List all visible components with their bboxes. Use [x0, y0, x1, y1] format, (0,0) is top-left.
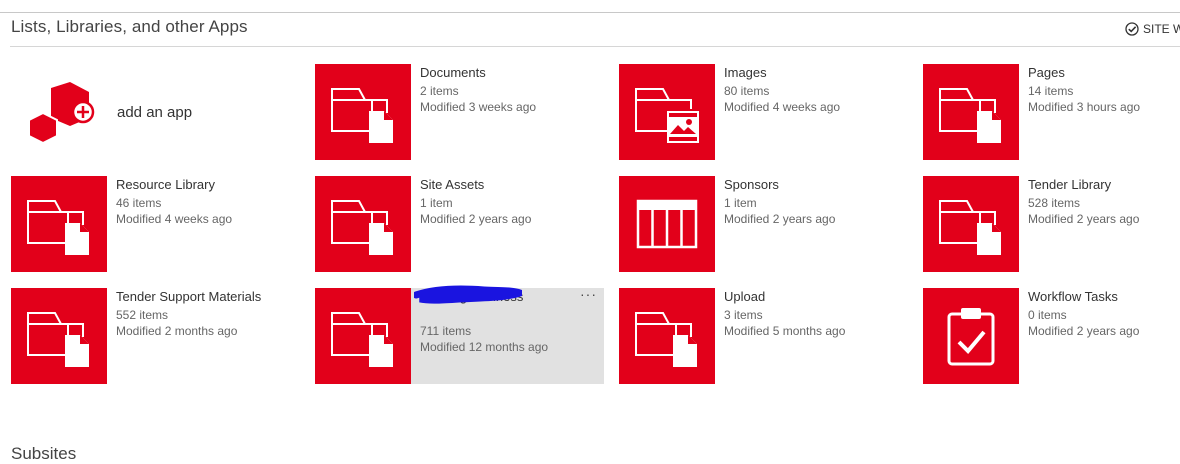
add-an-app-tile[interactable]: add an app — [11, 64, 301, 160]
app-tile-pages[interactable]: Pages 14 items Modified 3 hours ago — [923, 64, 1180, 160]
app-tile-workflow-tasks[interactable]: Workflow Tasks 0 items Modified 2 years … — [923, 288, 1180, 384]
section-title: Lists, Libraries, and other Apps — [11, 17, 248, 36]
tile-modified: Modified 4 weeks ago — [724, 100, 841, 114]
add-app-icon — [28, 82, 95, 144]
app-tile-upload[interactable]: Upload 3 items Modified 5 months ago — [619, 288, 908, 384]
tile-modified: Modified 2 years ago — [1028, 324, 1140, 338]
app-tile-tender-library[interactable]: Tender Library 528 items Modified 2 year… — [923, 176, 1180, 272]
tile-name[interactable]: Upload — [724, 289, 765, 304]
tile-modified: Modified 2 months ago — [116, 324, 238, 338]
tile-name[interactable]: Tender Support Materials — [116, 289, 261, 304]
tile-modified: Modified 3 hours ago — [1028, 100, 1141, 114]
folder-document-icon — [315, 176, 411, 272]
tile-count: 0 items — [1028, 308, 1067, 322]
tile-count: 1 item — [724, 196, 757, 210]
app-tile-resource-library[interactable]: Resource Library 46 items Modified 4 wee… — [11, 176, 300, 272]
tile-count: 14 items — [1028, 84, 1074, 98]
app-tile-documents[interactable]: Documents 2 items Modified 3 weeks ago — [315, 64, 604, 160]
tile-count: 46 items — [116, 196, 162, 210]
tile-name[interactable]: Workflow Tasks — [1028, 289, 1118, 304]
app-tile-site-assets[interactable]: Site Assets 1 item Modified 2 years ago — [315, 176, 604, 272]
tile-count: 711 items — [420, 324, 472, 338]
tile-modified: Modified 4 weeks ago — [116, 212, 233, 226]
list-grid-icon — [619, 176, 715, 272]
tile-modified: Modified 12 months ago — [420, 340, 549, 354]
add-an-app-label: add an app — [117, 104, 193, 121]
tile-name[interactable]: Resource Library — [116, 177, 215, 192]
tile-name[interactable]: Pages — [1028, 65, 1065, 80]
app-tile-tender-support-materials[interactable]: Tender Support Materials 552 items Modif… — [11, 288, 300, 384]
tile-modified: Modified 2 years ago — [420, 212, 532, 226]
tile-modified: Modified 5 months ago — [724, 324, 846, 338]
tile-count: 552 items — [116, 308, 169, 322]
tile-modified: Modified 3 weeks ago — [420, 100, 537, 114]
app-tile-images[interactable]: Images 80 items Modified 4 weeks ago — [619, 64, 908, 160]
tile-name[interactable]: Site Assets — [420, 177, 484, 192]
workflow-check-icon — [1125, 22, 1139, 36]
header-divider — [10, 46, 1180, 47]
tile-count: 3 items — [724, 308, 763, 322]
folder-document-icon — [923, 64, 1019, 160]
app-tile-sponsors[interactable]: Sponsors 1 item Modified 2 years ago — [619, 176, 908, 272]
tile-count: 80 items — [724, 84, 770, 98]
tile-name[interactable]: Sponsors — [724, 177, 779, 192]
subsites-title: Subsites — [11, 444, 77, 463]
site-workflows-label: SITE W — [1143, 22, 1180, 36]
folder-document-icon — [11, 176, 107, 272]
tile-name[interactable]: Documents — [420, 65, 486, 80]
task-clipboard-icon — [923, 288, 1019, 384]
top-divider — [0, 12, 1180, 13]
folder-document-icon — [315, 288, 411, 384]
more-options-icon[interactable]: ··· — [580, 286, 597, 302]
tile-modified: Modified 2 years ago — [1028, 212, 1140, 226]
tile-count: 528 items — [1028, 196, 1081, 210]
folder-image-icon — [619, 64, 715, 160]
tile-count: 2 items — [420, 84, 459, 98]
redaction-scribble — [414, 285, 522, 304]
site-workflows-link[interactable]: SITE W — [1125, 22, 1180, 36]
tile-name[interactable]: Images — [724, 65, 767, 80]
folder-document-icon — [619, 288, 715, 384]
folder-document-icon — [11, 288, 107, 384]
tile-count: 1 item — [420, 196, 453, 210]
folder-document-icon — [923, 176, 1019, 272]
tile-name[interactable]: Tender Library — [1028, 177, 1111, 192]
folder-document-icon — [315, 64, 411, 160]
tile-modified: Modified 2 years ago — [724, 212, 836, 226]
